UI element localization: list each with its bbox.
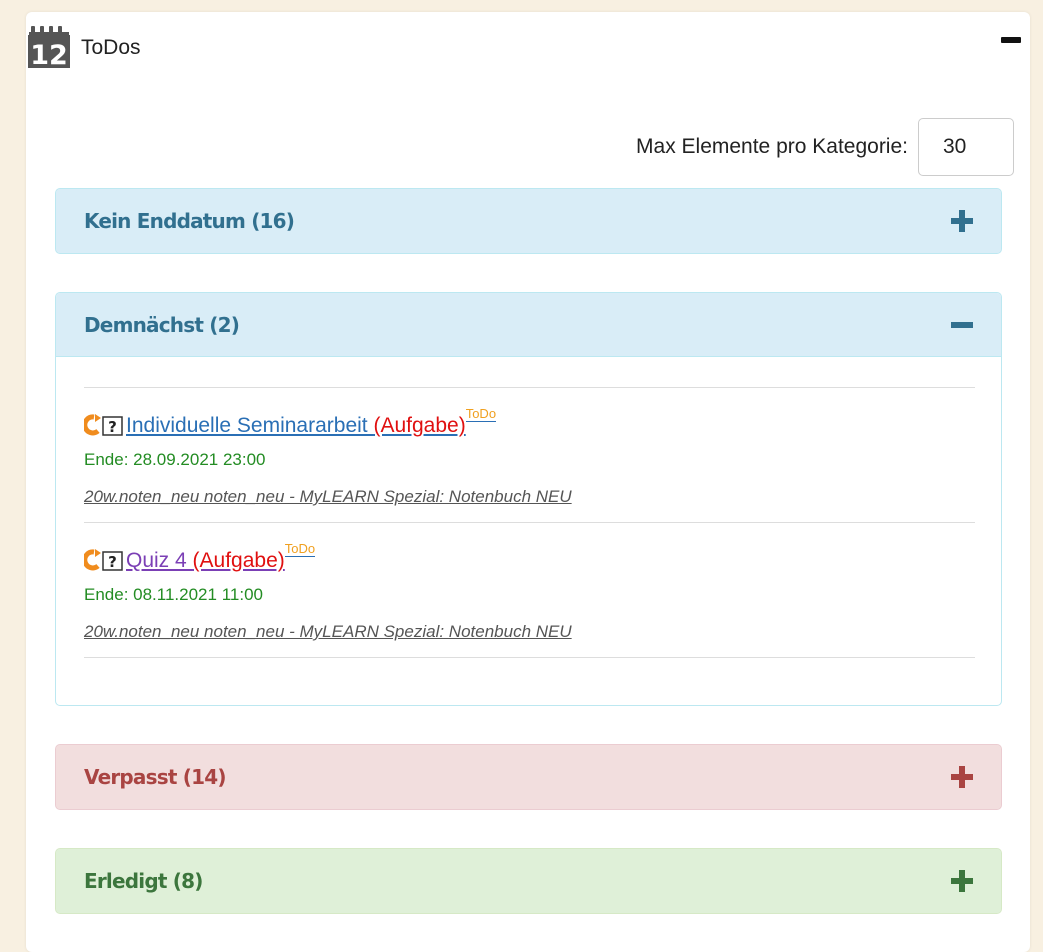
panel-title: Erledigt (8) [84,869,203,893]
svg-text:?: ? [108,418,117,436]
assignment-icon: ? [84,549,123,571]
panel-missed-header[interactable]: Verpasst (14) [56,745,1001,809]
panel-title: Demnächst (2) [84,312,240,337]
item-title-row: ? Individuelle Seminararbeit (Aufgabe) To… [84,406,497,438]
end-date: Ende: 08.11.2021 11:00 [84,585,263,604]
minimize-button[interactable] [1001,37,1021,43]
svg-text:?: ? [108,553,117,571]
end-date: Ende: 28.09.2021 23:00 [84,450,266,469]
assignment-type: (Aufgabe) [373,414,466,437]
assignment-type: (Aufgabe) [192,549,285,572]
max-elements-row: Max Elemente pro Kategorie: [636,116,1014,178]
assignment-icon: ? [84,414,123,436]
course-link[interactable]: 20w.noten_neu noten_neu - MyLEARN Spezia… [84,487,572,507]
plus-icon[interactable] [951,210,973,232]
list-item: ? Quiz 4 (Aufgabe) ToDo Ende: 08.11.2021 … [84,523,975,658]
assignment-name: Quiz 4 [126,549,193,572]
assignment-name: Individuelle Seminararbeit [126,414,374,437]
panel-done-header[interactable]: Erledigt (8) [56,849,1001,913]
card-title: ToDos [81,36,141,59]
todo-list: ? Individuelle Seminararbeit (Aufgabe) To… [84,387,975,658]
item-title-row: ? Quiz 4 (Aufgabe) ToDo [84,541,316,573]
panel-upcoming: Demnächst (2) ? Individuelle Seminararbe… [55,292,1002,706]
todo-badge: ToDo [284,541,316,557]
plus-icon[interactable] [951,766,973,788]
todo-badge: ToDo [465,406,497,422]
panel-missed: Verpasst (14) [55,744,1002,810]
minus-icon[interactable] [951,314,973,336]
max-elements-label: Max Elemente pro Kategorie: [636,135,908,158]
panel-done: Erledigt (8) [55,848,1002,914]
assignment-link[interactable]: Individuelle Seminararbeit (Aufgabe) [126,414,466,438]
card-header: 12 ToDos [26,22,1021,70]
panel-no-end-date-header[interactable]: Kein Enddatum (16) [56,189,1001,253]
panel-title: Kein Enddatum (16) [84,209,295,233]
plus-icon[interactable] [951,870,973,892]
calendar-icon: 12 [28,26,70,68]
panel-title: Verpasst (14) [84,765,226,789]
panel-no-end-date: Kein Enddatum (16) [55,188,1002,254]
max-elements-input[interactable] [918,118,1014,176]
assignment-link[interactable]: Quiz 4 (Aufgabe) [126,549,285,573]
calendar-icon-day: 12 [30,40,68,68]
list-item: ? Individuelle Seminararbeit (Aufgabe) To… [84,388,975,523]
panel-upcoming-header[interactable]: Demnächst (2) [56,293,1001,357]
course-link[interactable]: 20w.noten_neu noten_neu - MyLEARN Spezia… [84,622,572,642]
